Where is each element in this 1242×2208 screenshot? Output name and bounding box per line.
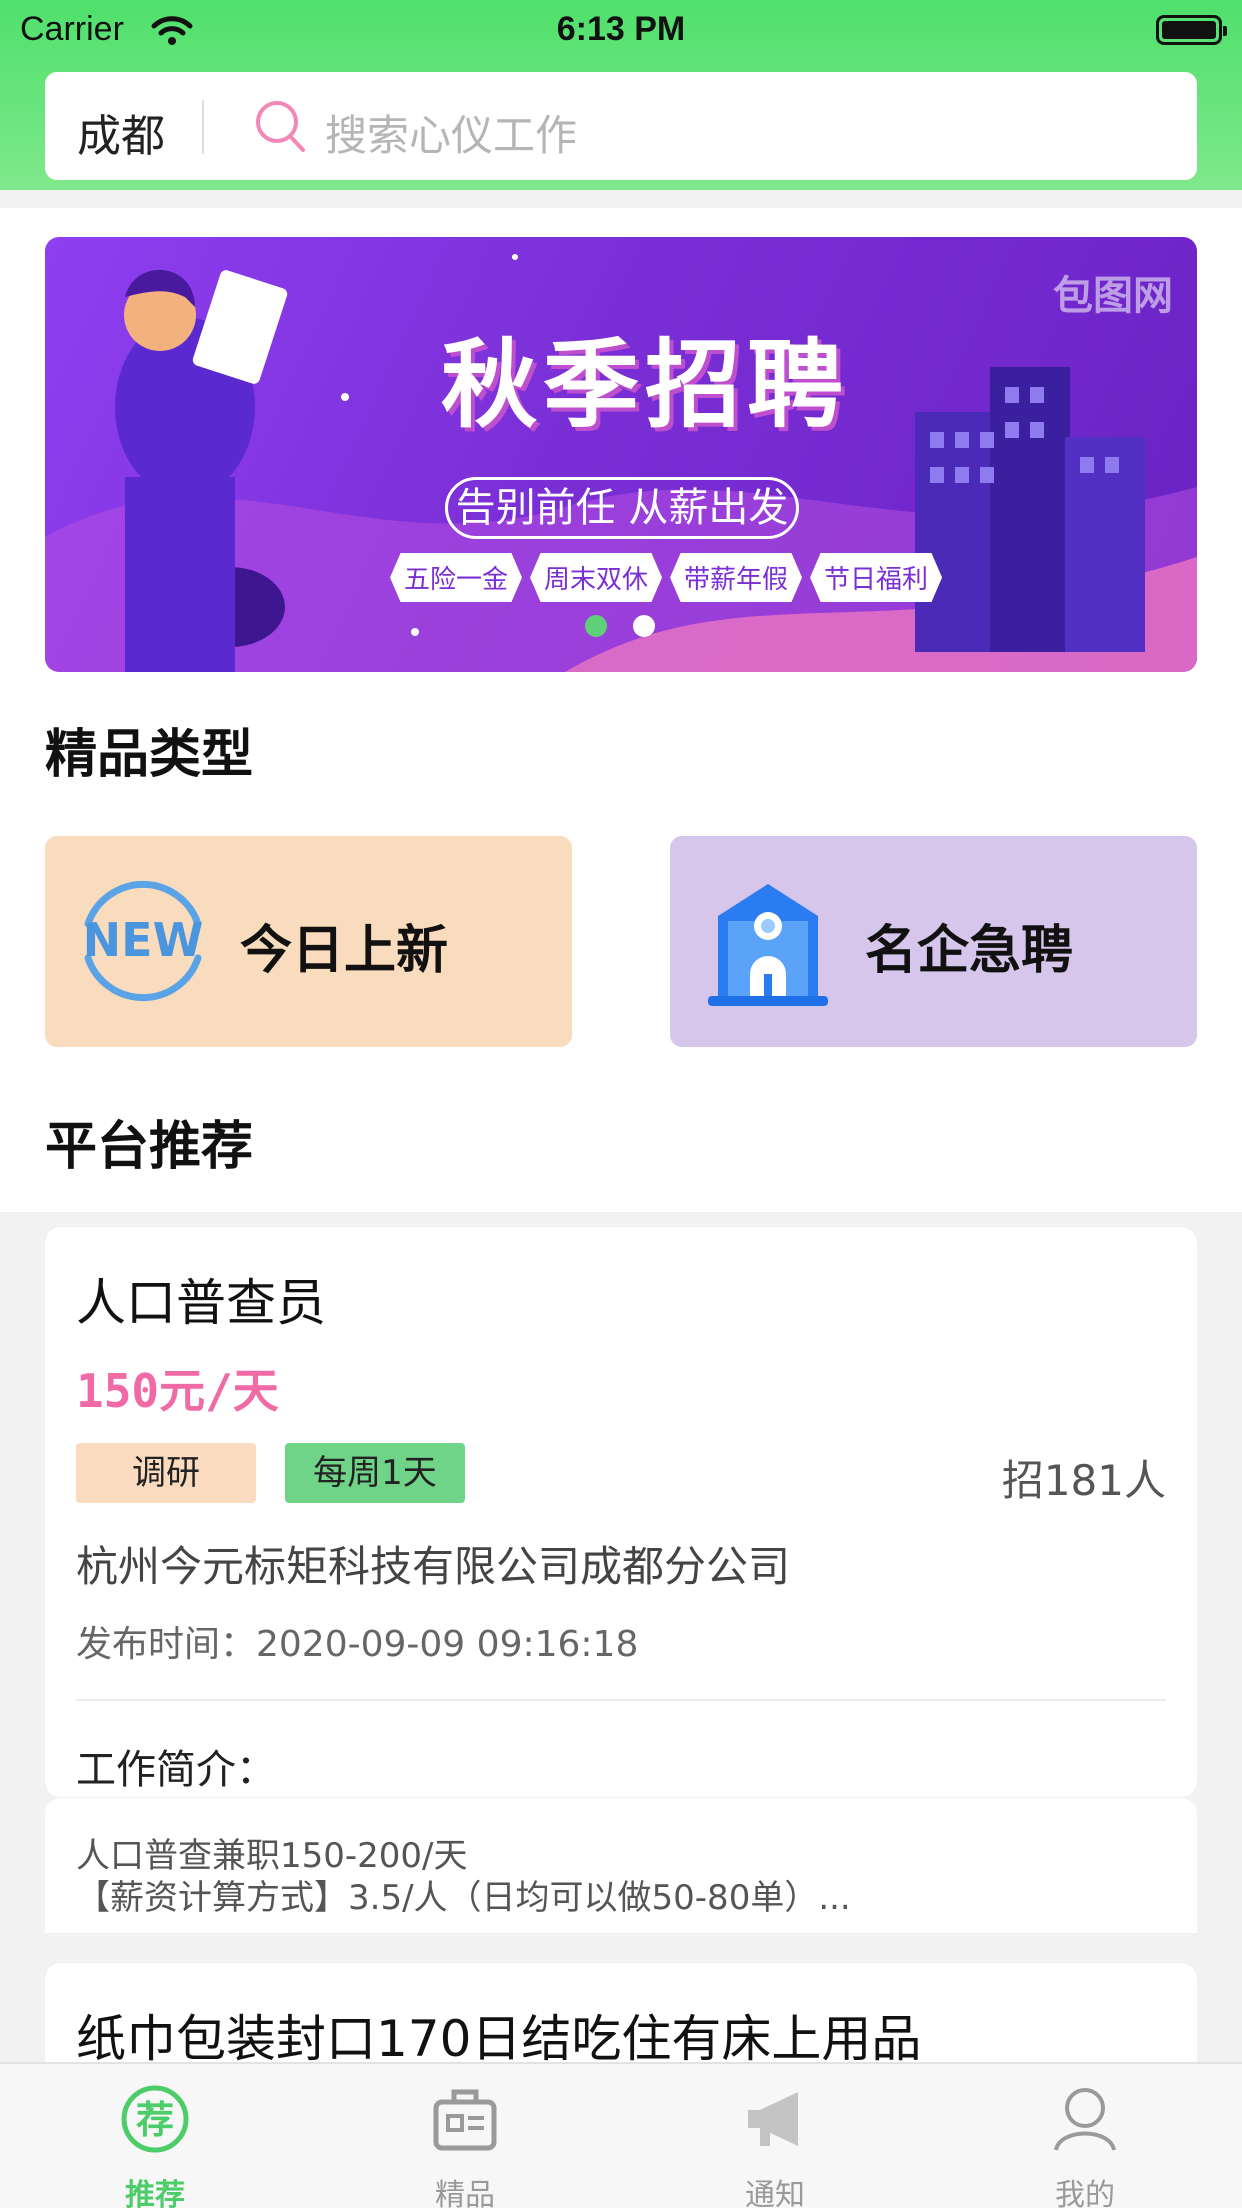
new-badge-icon: NEW [73, 876, 213, 1010]
search-input[interactable]: 搜索心仪工作 [325, 102, 577, 163]
job-intro-label: 工作简介： [76, 1747, 276, 1793]
header: Carrier 6:13 PM 成都 搜索心仪工作 [0, 0, 1242, 190]
job-headcount: 招181人 [1001, 1456, 1166, 1505]
recruitment-banner[interactable]: 包图网 秋季招聘 告别前任 从薪出发 五险一金 周末双休 带薪年假 节日福利 [45, 237, 1197, 672]
clock: 6:13 PM [556, 10, 686, 48]
tab-label: 我的 [1055, 2178, 1115, 2208]
job-description-line: 【薪资计算方式】3.5/人（日均可以做50-80单）... [76, 1878, 851, 1918]
banner-title: 秋季招聘 [441, 329, 849, 441]
tab-label: 通知 [745, 2178, 805, 2208]
page-dot-active[interactable] [585, 615, 607, 637]
job-title: 人口普查员 [76, 1274, 326, 1332]
category-label: 名企急聘 [865, 921, 1074, 981]
category-new-today[interactable]: NEW 今日上新 [45, 836, 572, 1047]
banner-page-indicator[interactable] [585, 615, 655, 637]
search-bar: 成都 搜索心仪工作 [45, 72, 1197, 180]
search-icon [253, 98, 309, 162]
battery-icon [1156, 15, 1227, 45]
status-bar: Carrier 6:13 PM [0, 0, 1242, 62]
recommend-icon: 荐 [120, 2084, 190, 2158]
job-publish-date: 发布时间：2020-09-09 09:16:18 [76, 1624, 639, 1665]
svg-text:荐: 荐 [136, 2098, 174, 2142]
page-dot[interactable] [633, 615, 655, 637]
banner-subtitle: 告别前任 从薪出发 [445, 477, 799, 539]
city-selector[interactable]: 成都 [77, 100, 165, 164]
briefcase-icon [430, 2084, 500, 2158]
header-separator [0, 190, 1242, 208]
section-title-recommend: 平台推荐 [45, 1117, 254, 1177]
banner-logo: 包图网 [1053, 273, 1173, 319]
megaphone-icon [740, 2084, 810, 2158]
tab-label: 推荐 [125, 2178, 185, 2208]
banner-tag: 带薪年假 [670, 553, 803, 602]
job-title: 纸巾包装封口170日结吃住有床上用品 [76, 2010, 922, 2068]
corporate-building-icon [698, 876, 838, 1020]
search-divider [202, 100, 204, 154]
section-title-premium: 精品类型 [45, 725, 254, 785]
job-company: 杭州今元标矩科技有限公司成都分公司 [76, 1542, 791, 1591]
tab-premium[interactable]: 精品 [310, 2064, 620, 2208]
banner-tag: 节日福利 [810, 553, 943, 602]
tab-label: 精品 [435, 2178, 495, 2208]
job-description-panel[interactable]: 人口普查兼职150-200/天 【薪资计算方式】3.5/人（日均可以做50-80… [45, 1798, 1197, 1933]
banner-illustration [45, 254, 1197, 672]
banner-tag: 周末双休 [530, 553, 663, 602]
category-famous-companies[interactable]: 名企急聘 [670, 836, 1197, 1047]
tab-notifications[interactable]: 通知 [620, 2064, 930, 2208]
job-tag-category: 调研 [76, 1443, 256, 1503]
banner-tags: 五险一金 周末双休 带薪年假 节日福利 [390, 553, 943, 602]
tab-profile[interactable]: 我的 [930, 2064, 1240, 2208]
tab-bar: 荐 推荐 精品 通知 我的 [0, 2062, 1242, 2208]
svg-text:NEW: NEW [83, 913, 204, 967]
job-salary: 150元/天 [76, 1364, 279, 1418]
job-tag-schedule: 每周1天 [285, 1443, 465, 1503]
job-divider [76, 1699, 1166, 1701]
user-icon [1050, 2084, 1120, 2158]
banner-tag: 五险一金 [390, 553, 523, 602]
job-card[interactable]: 人口普查员 150元/天 调研 每周1天 招181人 杭州今元标矩科技有限公司成… [45, 1227, 1197, 1797]
tab-recommend[interactable]: 荐 推荐 [0, 2064, 310, 2208]
category-label: 今日上新 [240, 921, 449, 981]
